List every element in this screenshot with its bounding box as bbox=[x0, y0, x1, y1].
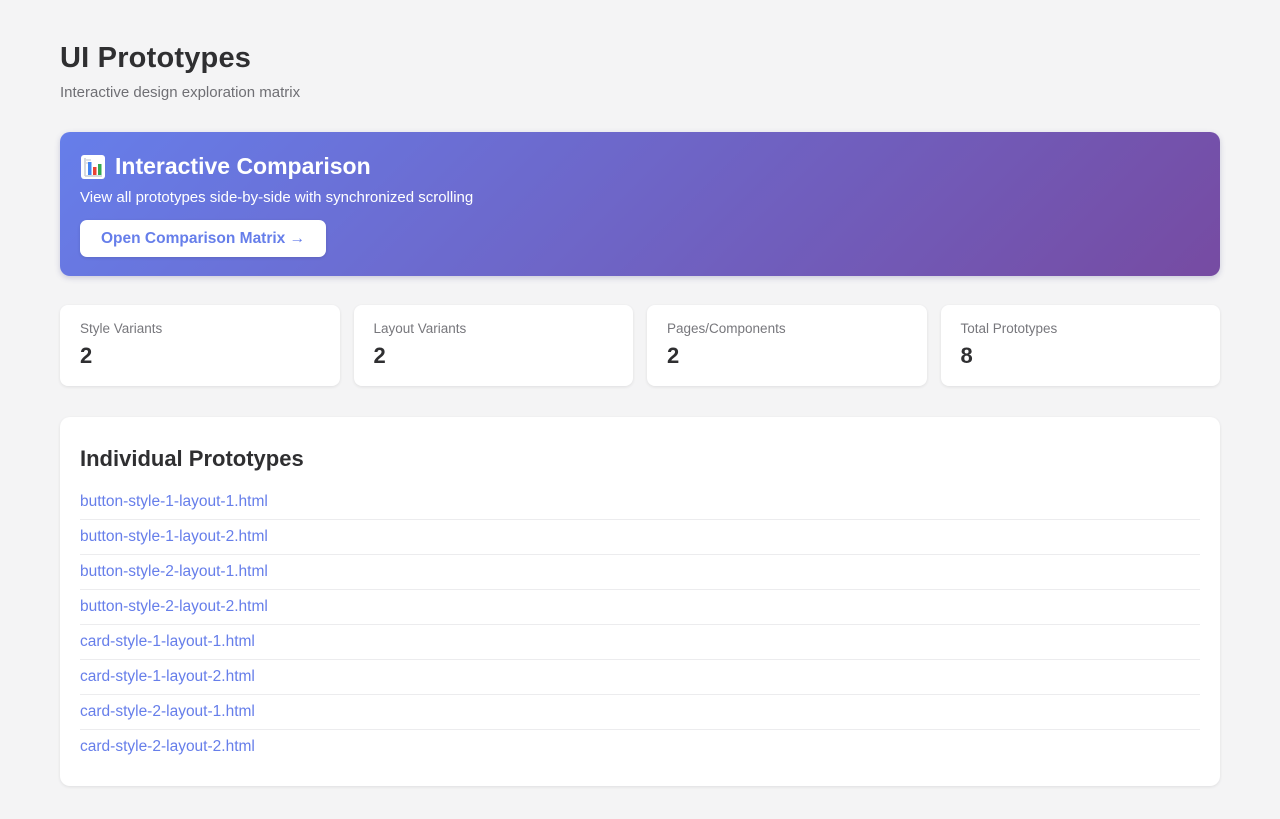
prototype-link[interactable]: card-style-1-layout-1.html bbox=[80, 633, 255, 650]
list-item: card-style-1-layout-1.html bbox=[80, 625, 1200, 660]
page-subtitle: Interactive design exploration matrix bbox=[60, 84, 1220, 101]
prototype-link[interactable]: card-style-2-layout-2.html bbox=[80, 738, 255, 755]
prototype-link[interactable]: button-style-2-layout-2.html bbox=[80, 598, 268, 615]
list-item: card-style-2-layout-2.html bbox=[80, 730, 1200, 764]
individual-prototypes-heading: Individual Prototypes bbox=[80, 446, 1200, 472]
list-item: card-style-1-layout-2.html bbox=[80, 660, 1200, 695]
prototype-list: button-style-1-layout-1.html button-styl… bbox=[80, 485, 1200, 764]
individual-prototypes-card: Individual Prototypes button-style-1-lay… bbox=[60, 417, 1220, 786]
interactive-comparison-banner: Interactive Comparison View all prototyp… bbox=[60, 132, 1220, 276]
list-item: button-style-2-layout-2.html bbox=[80, 590, 1200, 625]
banner-description: View all prototypes side-by-side with sy… bbox=[80, 189, 1200, 206]
stat-label: Pages/Components bbox=[667, 321, 907, 336]
list-item: button-style-2-layout-1.html bbox=[80, 555, 1200, 590]
stat-label: Total Prototypes bbox=[961, 321, 1201, 336]
banner-title: Interactive Comparison bbox=[115, 153, 371, 180]
list-item: button-style-1-layout-1.html bbox=[80, 485, 1200, 520]
stat-card-style-variants: Style Variants 2 bbox=[60, 305, 340, 386]
prototype-link[interactable]: button-style-1-layout-2.html bbox=[80, 528, 268, 545]
stat-card-layout-variants: Layout Variants 2 bbox=[354, 305, 634, 386]
stat-value: 2 bbox=[667, 343, 907, 369]
list-item: button-style-1-layout-2.html bbox=[80, 520, 1200, 555]
bar-chart-icon bbox=[80, 154, 106, 180]
stat-value: 2 bbox=[374, 343, 614, 369]
stat-label: Style Variants bbox=[80, 321, 320, 336]
prototype-link[interactable]: button-style-2-layout-1.html bbox=[80, 563, 268, 580]
list-item: card-style-2-layout-1.html bbox=[80, 695, 1200, 730]
stat-card-pages-components: Pages/Components 2 bbox=[647, 305, 927, 386]
stat-label: Layout Variants bbox=[374, 321, 614, 336]
stat-value: 8 bbox=[961, 343, 1201, 369]
prototype-link[interactable]: card-style-1-layout-2.html bbox=[80, 668, 255, 685]
page-title: UI Prototypes bbox=[60, 0, 1220, 75]
stats-row: Style Variants 2 Layout Variants 2 Pages… bbox=[60, 305, 1220, 386]
stat-card-total-prototypes: Total Prototypes 8 bbox=[941, 305, 1221, 386]
stat-value: 2 bbox=[80, 343, 320, 369]
prototype-link[interactable]: button-style-1-layout-1.html bbox=[80, 493, 268, 510]
open-comparison-matrix-button[interactable]: Open Comparison Matrix → bbox=[80, 220, 326, 257]
page-container: UI Prototypes Interactive design explora… bbox=[0, 0, 1280, 786]
banner-title-row: Interactive Comparison bbox=[80, 153, 1200, 180]
prototype-link[interactable]: card-style-2-layout-1.html bbox=[80, 703, 255, 720]
